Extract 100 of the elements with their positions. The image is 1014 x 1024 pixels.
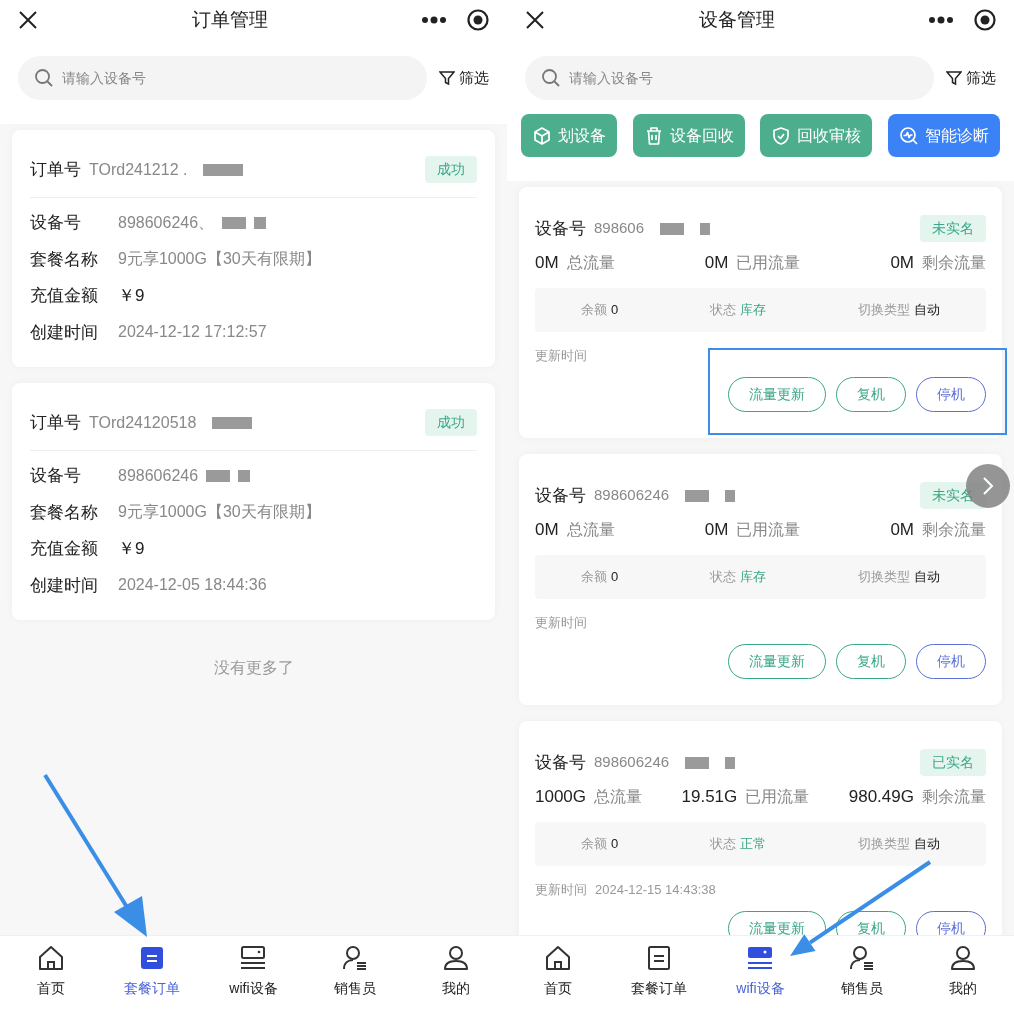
redaction-mark	[222, 216, 247, 229]
field-value: 9元享1000G【30天有限期】	[118, 502, 321, 523]
field-value: 9元享1000G【30天有限期】	[118, 249, 321, 270]
nav-tab[interactable]: 我的	[416, 944, 497, 999]
search-input[interactable]: 请输入设备号	[62, 67, 411, 89]
stat-label: 剩余流量	[922, 786, 986, 807]
stat-label: 已用流量	[736, 252, 801, 273]
action-button[interactable]: 流量更新	[728, 911, 826, 935]
field-label: 充值金额	[30, 285, 99, 307]
nav-tab[interactable]: 首页	[517, 944, 598, 999]
field-value: 898606246	[118, 465, 199, 486]
search-field[interactable]: 请输入设备号	[525, 56, 934, 100]
action-button[interactable]: 复机	[836, 911, 906, 935]
home-icon	[36, 944, 65, 972]
field-label: 充值金额	[30, 538, 99, 560]
search-field[interactable]: 请输入设备号	[18, 56, 427, 100]
status-tag: 成功	[425, 156, 477, 183]
nav-tab[interactable]: 我的	[923, 944, 1004, 999]
stat-value: 0M	[704, 519, 729, 541]
nav-tab[interactable]: wifi设备	[720, 944, 801, 999]
chevron-right-icon	[981, 476, 995, 496]
window-title: 设备管理	[698, 7, 775, 32]
nav-tab[interactable]: 套餐订单	[619, 944, 700, 999]
field-label: 套餐名称	[30, 248, 99, 271]
info-value: 0	[610, 300, 619, 319]
close-icon[interactable]	[525, 10, 545, 30]
action-button[interactable]: 停机	[916, 377, 986, 412]
info-label: 状态	[710, 834, 737, 853]
close-icon[interactable]	[18, 10, 38, 30]
field-label: 创建时间	[30, 574, 99, 597]
device-number: 898606246	[594, 752, 670, 773]
end-of-list-text: 没有更多了	[213, 658, 294, 678]
action-button[interactable]: 停机	[916, 911, 986, 935]
info-label: 余额	[580, 834, 607, 853]
redaction-mark	[212, 416, 253, 429]
person-list-icon	[340, 944, 369, 972]
action-button[interactable]: 流量更新	[728, 377, 826, 412]
stat-label: 总流量	[594, 786, 643, 807]
cube-icon	[532, 125, 552, 146]
info-value: 库存	[740, 300, 767, 319]
info-value: 自动	[914, 300, 941, 319]
redaction-mark	[725, 489, 736, 502]
action-button[interactable]: 回收审核	[760, 114, 873, 157]
info-label: 状态	[710, 300, 737, 319]
stat-value: 0M	[535, 252, 559, 274]
action-button[interactable]: 停机	[916, 644, 986, 679]
redaction-mark	[725, 756, 736, 769]
field-label: 套餐名称	[30, 501, 99, 524]
info-value: 自动	[914, 567, 941, 586]
field-label: 订单号	[30, 158, 81, 181]
nav-tab[interactable]: wifi设备	[213, 944, 294, 999]
info-label: 切换类型	[858, 567, 911, 586]
search-icon	[541, 68, 561, 88]
action-button[interactable]: 复机	[836, 377, 906, 412]
nav-tab[interactable]: 销售员	[314, 944, 395, 999]
device-icon	[746, 944, 775, 972]
field-label: 设备号	[30, 465, 82, 487]
info-value: 0	[610, 567, 619, 586]
nav-tab[interactable]: 首页	[10, 944, 91, 999]
action-button[interactable]: 划设备	[521, 114, 617, 157]
field-label: 设备号	[535, 217, 586, 240]
window-title: 订单管理	[191, 7, 268, 32]
nav-tab[interactable]: 销售员	[821, 944, 902, 999]
redaction-mark	[685, 756, 710, 769]
update-label: 更新时间	[535, 613, 587, 632]
more-icon[interactable]	[421, 16, 447, 24]
info-label: 余额	[580, 567, 607, 586]
stat-value: 980.49G	[848, 786, 914, 808]
user-icon	[949, 944, 978, 972]
field-value: ￥9	[118, 285, 145, 307]
update-label: 更新时间	[535, 346, 587, 365]
field-label: 订单号	[30, 411, 81, 434]
search-input[interactable]: 请输入设备号	[569, 67, 918, 89]
action-button[interactable]: 智能诊断	[887, 114, 1000, 157]
stat-label: 已用流量	[745, 786, 810, 807]
order-number: TOrd241212 .	[89, 159, 188, 180]
more-icon[interactable]	[928, 16, 954, 24]
action-button[interactable]: 复机	[836, 644, 906, 679]
filter-icon	[439, 70, 455, 86]
action-button[interactable]: 流量更新	[728, 644, 826, 679]
info-label: 状态	[710, 567, 737, 586]
redaction-mark	[685, 489, 710, 502]
record-icon[interactable]	[467, 9, 489, 31]
action-button[interactable]: 设备回收	[632, 114, 745, 157]
filter-button[interactable]: 筛选	[439, 66, 489, 90]
stat-label: 剩余流量	[922, 519, 986, 540]
person-list-icon	[847, 944, 876, 972]
device-number: 898606246	[594, 485, 670, 506]
stat-value: 19.51G	[681, 786, 738, 808]
info-label: 余额	[580, 300, 607, 319]
record-icon[interactable]	[974, 9, 996, 31]
search-icon	[34, 68, 54, 88]
info-value: 自动	[914, 834, 941, 853]
nav-tab[interactable]: 套餐订单	[112, 944, 193, 999]
filter-button[interactable]: 筛选	[946, 66, 996, 90]
field-label: 设备号	[30, 212, 82, 234]
diagnosis-icon	[898, 125, 919, 146]
device-number: 898606	[594, 218, 645, 239]
field-label: 创建时间	[30, 321, 99, 344]
redaction-mark	[238, 469, 251, 482]
